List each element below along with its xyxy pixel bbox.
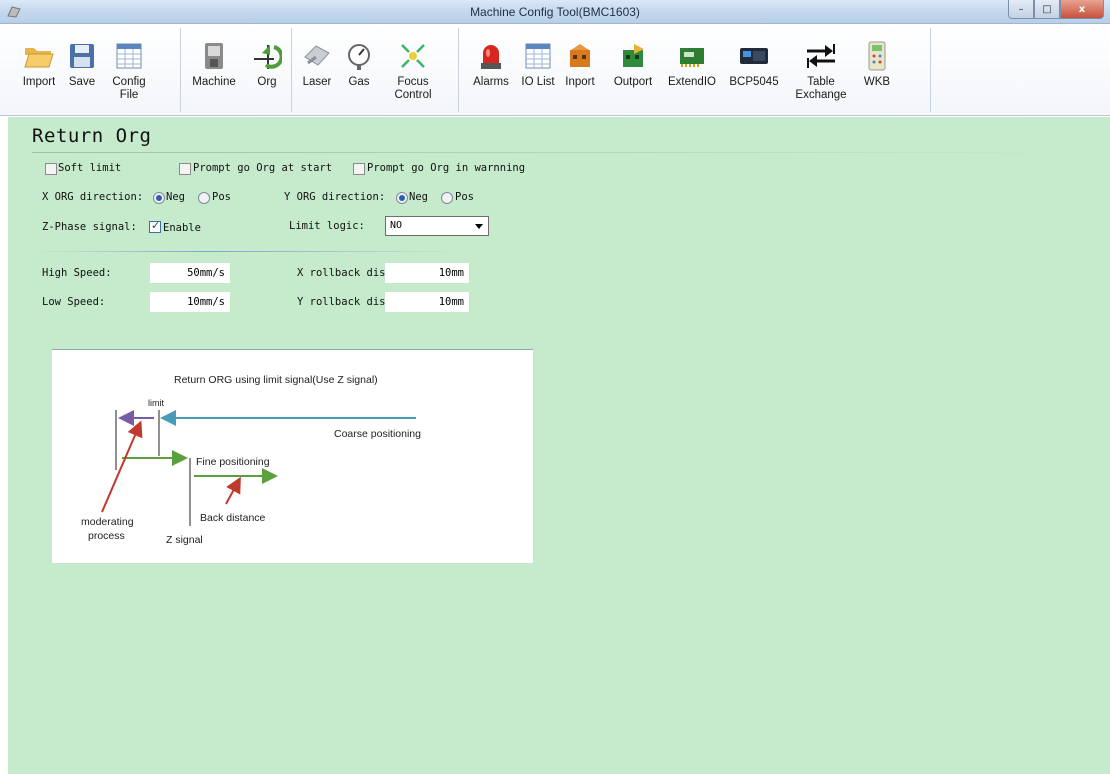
close-icon: x	[1078, 3, 1086, 15]
focus-arrows-icon	[397, 40, 429, 72]
return-org-diagram: Return ORG using limit signal(Use Z sign…	[52, 349, 533, 563]
pressure-gauge-icon	[343, 40, 375, 72]
high-speed-input[interactable]: 50mm/s	[150, 263, 230, 283]
gas-button[interactable]: Gas	[340, 28, 378, 112]
save-button[interactable]: Save	[62, 28, 102, 112]
laser-head-icon	[301, 40, 333, 72]
io-table-icon	[522, 40, 554, 72]
back-distance-pointer-arrow	[225, 476, 241, 505]
coarse-positioning-label: Coarse positioning	[334, 428, 421, 440]
prompt-start-label: Prompt go Org at start	[193, 162, 333, 174]
maximize-button[interactable]: □	[1034, 0, 1060, 19]
floppy-disk-icon	[66, 40, 98, 72]
limit-logic-select[interactable]: NO	[385, 216, 489, 236]
limit-label: limit	[148, 398, 164, 408]
bcp5045-button[interactable]: BCP5045	[723, 28, 785, 112]
window-controls: – □ x	[1008, 0, 1104, 19]
limit-logic-label: Limit logic:	[289, 220, 365, 232]
moderating-label: moderating	[81, 516, 134, 528]
maximize-icon: □	[1042, 3, 1052, 15]
z-phase-enable-label: Enable	[163, 222, 201, 234]
y-dir-pos-radio[interactable]	[441, 192, 453, 204]
prompt-start-checkbox[interactable]	[179, 163, 191, 175]
fine-positioning-label: Fine positioning	[196, 456, 270, 468]
x-dir-neg-label: Neg	[166, 191, 185, 203]
inport-connector-icon	[564, 40, 596, 72]
title-bar: Machine Config Tool(BMC1603) – □ x	[0, 0, 1110, 24]
toolbar-group-process: Laser Gas Focus Control	[294, 28, 459, 112]
window-title: Machine Config Tool(BMC1603)	[470, 5, 640, 19]
laser-button[interactable]: Laser	[294, 28, 340, 112]
x-org-direction-label: X ORG direction:	[42, 191, 144, 203]
toolbar: Import Save Config File Machine Org Lase…	[0, 24, 1110, 116]
page-title: Return Org	[32, 125, 152, 147]
y-dir-pos-label: Pos	[455, 191, 474, 203]
machine-icon	[198, 40, 230, 72]
handheld-keypad-icon	[861, 40, 893, 72]
extendio-button[interactable]: ExtendIO	[661, 28, 723, 112]
machine-button[interactable]: Machine	[183, 28, 245, 112]
chevron-down-icon	[475, 224, 483, 229]
config-file-button[interactable]: Config File	[102, 28, 156, 112]
alarms-button[interactable]: Alarms	[461, 28, 521, 112]
table-exchange-button[interactable]: Table Exchange	[785, 28, 857, 112]
minimize-icon: –	[1018, 3, 1024, 15]
import-button[interactable]: Import	[16, 28, 62, 112]
prompt-warning-checkbox[interactable]	[353, 163, 365, 175]
y-org-direction-label: Y ORG direction:	[284, 191, 386, 203]
outport-button[interactable]: Outport	[605, 28, 661, 112]
high-speed-label: High Speed:	[42, 267, 112, 279]
z-phase-enable-checkbox[interactable]	[149, 219, 161, 233]
process-label: process	[88, 530, 125, 542]
moderating-pointer-arrow	[101, 420, 143, 513]
alarm-light-icon	[475, 40, 507, 72]
y-rollback-label: Y rollback dis	[297, 296, 386, 308]
org-button[interactable]: Org	[245, 28, 289, 112]
y-rollback-input[interactable]: 10mm	[385, 292, 469, 312]
x-rollback-label: X rollback dis	[297, 267, 386, 279]
exchange-arrows-icon	[805, 40, 837, 72]
focus-control-button[interactable]: Focus Control	[378, 28, 448, 112]
toolbar-group-io: Alarms IO List Inport Outport ExtendIO B…	[461, 28, 931, 112]
close-button[interactable]: x	[1060, 0, 1104, 19]
x-dir-neg-radio[interactable]	[153, 192, 165, 204]
y-dir-neg-radio[interactable]	[396, 192, 408, 204]
circuit-board-icon	[676, 40, 708, 72]
soft-limit-label: Soft limit	[58, 162, 122, 174]
z-signal-label: Z signal	[166, 534, 203, 546]
toolbar-group-file: Import Save Config File	[16, 28, 181, 112]
main-panel: Return Org Soft limit Prompt go Org at s…	[0, 117, 1110, 774]
low-speed-label: Low Speed:	[42, 296, 106, 308]
x-rollback-input[interactable]: 10mm	[385, 263, 469, 283]
limit-logic-value: NO	[390, 220, 403, 231]
outport-connector-icon	[617, 40, 649, 72]
folder-open-icon	[23, 40, 55, 72]
x-dir-pos-label: Pos	[212, 191, 231, 203]
low-speed-input[interactable]: 10mm/s	[150, 292, 230, 312]
origin-arrow-icon	[251, 40, 283, 72]
x-dir-pos-radio[interactable]	[198, 192, 210, 204]
io-list-button[interactable]: IO List	[521, 28, 555, 112]
y-dir-neg-label: Neg	[409, 191, 428, 203]
toolbar-group-machine: Machine Org	[183, 28, 292, 112]
section-divider	[34, 251, 464, 252]
inport-button[interactable]: Inport	[555, 28, 605, 112]
wkb-button[interactable]: WKB	[857, 28, 897, 112]
minimize-button[interactable]: –	[1008, 0, 1034, 19]
z-phase-label: Z-Phase signal:	[42, 221, 137, 233]
prompt-warning-label: Prompt go Org in warnning	[367, 162, 526, 174]
soft-limit-checkbox[interactable]	[45, 163, 57, 175]
back-distance-label: Back distance	[200, 512, 266, 524]
title-divider	[32, 152, 1090, 153]
table-icon	[113, 40, 145, 72]
controller-board-icon	[738, 40, 770, 72]
